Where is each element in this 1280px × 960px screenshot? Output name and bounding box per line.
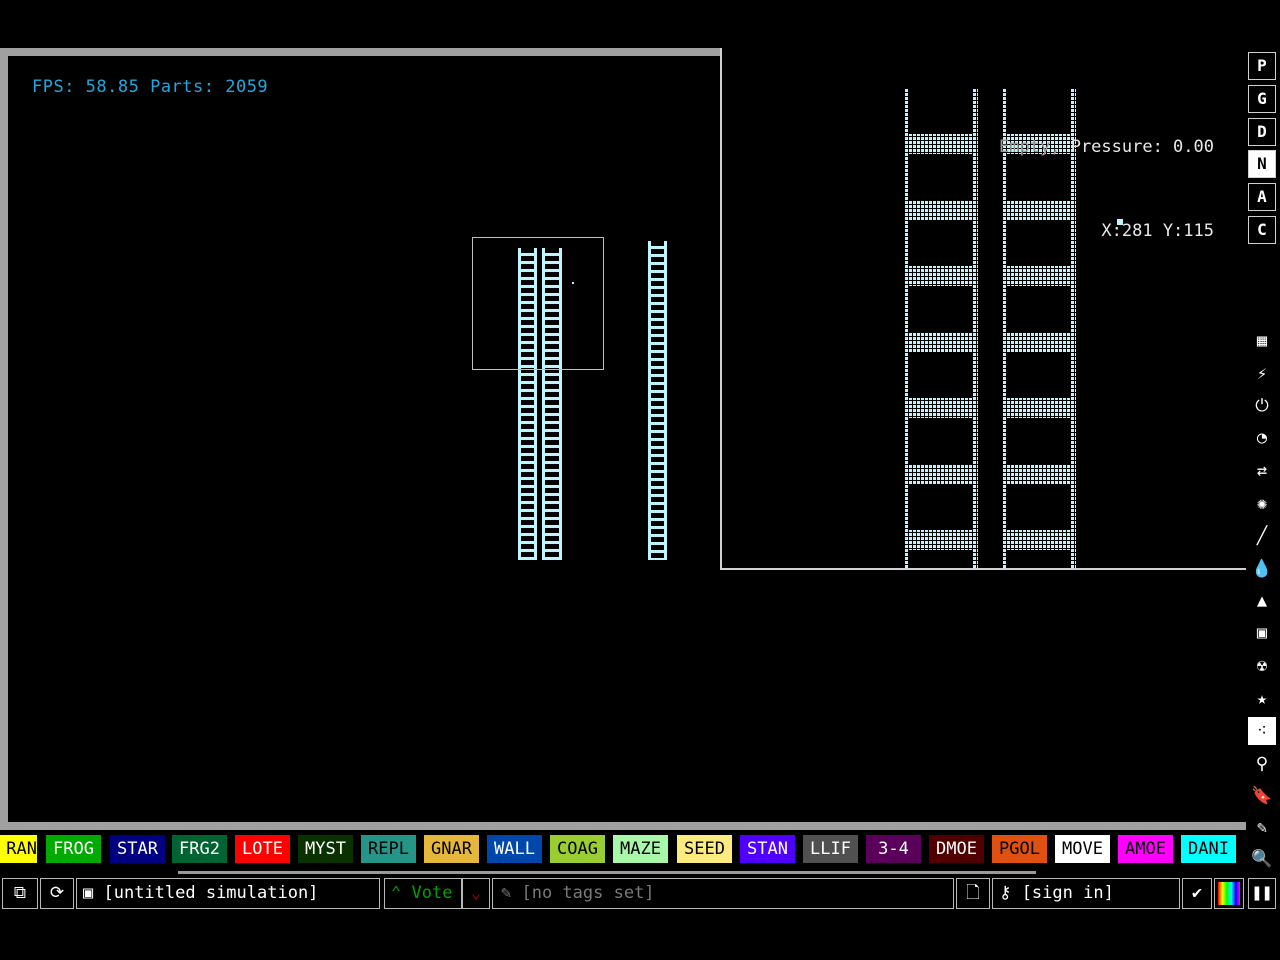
liquids-icon[interactable]: 💧	[1248, 555, 1276, 583]
element-button[interactable]: AMOE	[1118, 835, 1173, 863]
new-simulation-button[interactable]: 🗋	[956, 878, 990, 909]
save-title-button[interactable]: ▣ [untitled simulation]	[76, 878, 380, 909]
open-save-button[interactable]: ⧉	[2, 878, 38, 909]
settings-button[interactable]: ✔	[1182, 878, 1212, 909]
element-button[interactable]: WALL	[487, 835, 542, 863]
gases-icon[interactable]: ╱	[1248, 522, 1276, 550]
element-button[interactable]: PGOL	[992, 835, 1047, 863]
section-button-n[interactable]: N	[1248, 150, 1276, 178]
element-button[interactable]: FRG2	[172, 835, 227, 863]
zoom-grid-overlay-1	[904, 88, 978, 568]
element-button[interactable]: LOTE	[235, 835, 290, 863]
pause-button[interactable]: ❚❚	[1248, 878, 1276, 909]
section-button-g[interactable]: G	[1248, 85, 1276, 113]
fps-readout: FPS: 58.85 Parts: 2059	[32, 77, 269, 97]
sign-in-text: [sign in]	[1021, 883, 1114, 903]
decoration-icon[interactable]: ✎	[1248, 814, 1276, 842]
search-icon[interactable]: 🔍	[1248, 845, 1276, 873]
chevron-up-icon: ⌃	[391, 883, 402, 903]
save-title: [untitled simulation]	[103, 883, 319, 903]
element-button[interactable]: MOVE	[1055, 835, 1110, 863]
hover-element-label: Empty,	[999, 137, 1061, 157]
element-button[interactable]: DMOE	[929, 835, 984, 863]
element-button[interactable]: FROG	[46, 835, 101, 863]
explosives-icon[interactable]: ✺	[1248, 490, 1276, 518]
element-scrollbar[interactable]	[178, 871, 1036, 874]
reload-icon: ⟳	[49, 883, 65, 903]
element-button[interactable]: STAN	[740, 835, 795, 863]
element-button[interactable]: MAZE	[613, 835, 668, 863]
save-icon: ▣	[83, 883, 104, 903]
walls-icon[interactable]: ▦	[1248, 327, 1276, 355]
element-button[interactable]: GNAR	[424, 835, 479, 863]
tags-text: [no tags set]	[521, 883, 655, 903]
element-button[interactable]: 3-4	[866, 835, 921, 863]
key-icon: ⚷	[999, 883, 1022, 903]
vote-up-button[interactable]: ⌃ Vote	[384, 878, 462, 909]
force-icon[interactable]: ⇄	[1248, 457, 1276, 485]
element-button[interactable]: LLIF	[803, 835, 858, 863]
vote-down-button[interactable]: ⌄	[462, 878, 490, 909]
radioactive-icon[interactable]: ☢	[1248, 652, 1276, 680]
sensors-icon[interactable]: ◔	[1248, 424, 1276, 452]
element-button[interactable]: COAG	[550, 835, 605, 863]
tools-icon[interactable]: ⚲	[1248, 750, 1276, 778]
life-icon[interactable]: ⁖	[1248, 717, 1276, 745]
section-button-p[interactable]: P	[1248, 52, 1276, 80]
open-icon: ⧉	[13, 883, 27, 903]
favorites-icon[interactable]: 🔖	[1248, 782, 1276, 810]
element-button[interactable]: REPL	[361, 835, 416, 863]
render-options-button[interactable]	[1214, 878, 1244, 909]
section-button-d[interactable]: D	[1248, 118, 1276, 146]
element-button[interactable]: STAR	[110, 835, 165, 863]
section-button-c[interactable]: C	[1248, 216, 1276, 244]
special-icon[interactable]: ★	[1248, 685, 1276, 713]
element-button[interactable]: SEED	[677, 835, 732, 863]
reload-button[interactable]: ⟳	[40, 878, 74, 909]
pause-icon: ❚❚	[1251, 883, 1273, 903]
particle-ladder-3	[648, 241, 667, 560]
spectrum-icon	[1218, 882, 1240, 905]
tag-icon: ✎	[501, 883, 522, 903]
hud-info: Empty, Pressure: 0.00 X:281 Y:115	[999, 77, 1214, 273]
zoom-selection-box[interactable]	[472, 237, 604, 370]
tags-field[interactable]: ✎ [no tags set]	[492, 878, 954, 909]
powders-icon[interactable]: ▲	[1248, 587, 1276, 615]
new-document-icon: 🗋	[966, 883, 980, 903]
element-button[interactable]: MYST	[298, 835, 353, 863]
powered-icon[interactable]: ⏻	[1248, 392, 1276, 420]
pressure-readout: Pressure: 0.00	[1070, 137, 1214, 157]
vote-label: Vote	[411, 883, 453, 903]
chevron-down-icon: ⌄	[470, 883, 482, 903]
section-button-a[interactable]: A	[1248, 183, 1276, 211]
settings-icon: ✔	[1191, 883, 1203, 903]
element-button[interactable]: RAN	[0, 835, 37, 863]
element-button[interactable]: DANI	[1181, 835, 1236, 863]
sign-in-button[interactable]: ⚷ [sign in]	[992, 878, 1180, 909]
coordinates-readout: X:281 Y:115	[1101, 221, 1214, 241]
solids-icon[interactable]: ▣	[1248, 619, 1276, 647]
electronics-icon[interactable]: ⚡	[1248, 360, 1276, 388]
